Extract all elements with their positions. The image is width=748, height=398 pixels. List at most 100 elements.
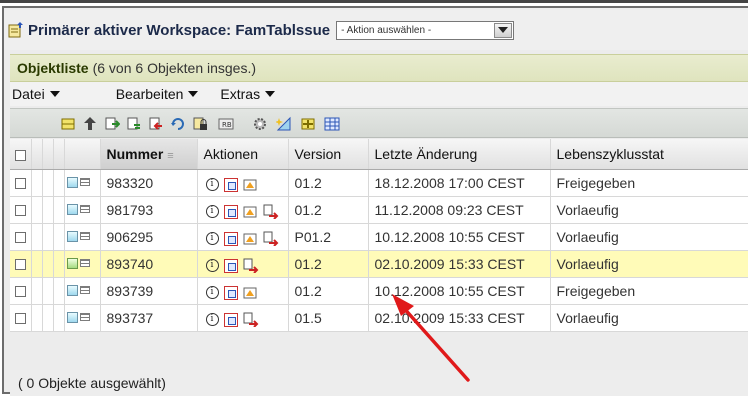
table-row[interactable]: 893737 i 01.5 02.10.2009 15:33 CEST Vorlaeuf… [10, 304, 748, 332]
menu-extras[interactable]: Extras [220, 86, 276, 102]
lock-icon[interactable] [192, 116, 208, 132]
row-checkbox[interactable] [15, 313, 26, 325]
row-select-cell[interactable] [10, 196, 32, 224]
row-number[interactable]: 893737 [100, 304, 198, 332]
row-state: Vorlaeufig [550, 223, 748, 251]
action-select-value: - Aktion auswählen - [341, 24, 432, 36]
menu-edit[interactable]: Bearbeiten [116, 86, 199, 102]
row-version: 01.2 [288, 196, 369, 224]
row-version: 01.5 [288, 304, 369, 332]
part-icon [66, 257, 90, 269]
row-modified: 10.12.2008 10:55 CEST [368, 223, 551, 251]
document-icon[interactable] [223, 177, 238, 192]
table-icon[interactable] [324, 116, 340, 132]
row-modified: 11.12.2008 09:23 CEST [368, 196, 551, 224]
row-type-cell [64, 304, 101, 332]
document-icon[interactable] [223, 258, 238, 273]
column-handle [31, 139, 43, 170]
row-spacer [42, 277, 54, 305]
row-spacer [53, 196, 65, 224]
column-header-lebenszyklusstatus[interactable]: Lebenszyklusstat [550, 139, 748, 170]
row-spacer [53, 169, 65, 197]
caret-down-icon [188, 91, 199, 97]
table-row[interactable]: 983320 i 01.2 18.12.2008 17:00 CEST Freigege… [10, 169, 748, 197]
column-header-nummer[interactable]: Nummer ≡ [100, 139, 198, 170]
checkout-status-icon[interactable] [243, 258, 259, 274]
row-select-cell[interactable] [10, 277, 32, 305]
gear-icon[interactable] [252, 116, 268, 132]
document-icon[interactable] [223, 285, 238, 300]
info-icon[interactable]: i [205, 286, 219, 300]
row-type-cell [64, 169, 101, 197]
column-header-version[interactable]: Version [288, 139, 369, 170]
checkout-status-icon[interactable] [263, 231, 279, 247]
document-icon[interactable] [223, 204, 238, 219]
table-row[interactable]: 906295 i P01.2 10.12.2008 10:55 CEST Vorlaeu… [10, 223, 748, 251]
checkout-icon[interactable] [104, 116, 120, 132]
info-icon[interactable]: i [205, 178, 219, 192]
up-arrow-icon[interactable] [82, 116, 98, 132]
row-number[interactable]: 981793 [100, 196, 198, 224]
row-checkbox[interactable] [15, 286, 26, 298]
table-row[interactable]: 893739 i 01.2 10.12.2008 10:55 CEST Freigege… [10, 277, 748, 305]
checkout-status-icon[interactable] [263, 204, 279, 220]
row-spacer [42, 250, 54, 278]
menu-extras-label: Extras [220, 86, 261, 102]
checkin-icon[interactable] [126, 116, 142, 132]
undo-checkout-icon[interactable] [148, 116, 164, 132]
document-icon[interactable] [223, 312, 238, 327]
workflow-icon[interactable] [243, 232, 258, 246]
menu-bar: Datei Bearbeiten Extras [10, 82, 748, 106]
column-header-aktionen[interactable]: Aktionen [197, 139, 289, 170]
document-icon[interactable] [223, 231, 238, 246]
row-actions: i [197, 196, 289, 224]
row-number[interactable]: 893740 [100, 250, 198, 278]
workflow-icon[interactable] [243, 205, 258, 219]
row-checkbox[interactable] [15, 205, 26, 217]
info-icon[interactable]: i [205, 205, 219, 218]
info-icon[interactable]: i [205, 313, 219, 326]
row-version: 01.2 [288, 250, 369, 278]
collapse-icon[interactable] [60, 116, 76, 132]
select-all-cell[interactable] [10, 139, 32, 170]
table-row[interactable]: 893740 i 01.2 02.10.2009 15:33 CEST Vorlaeuf… [10, 250, 748, 278]
select-all-checkbox[interactable] [15, 149, 26, 161]
row-state: Freigegeben [550, 169, 748, 197]
row-select-cell[interactable] [10, 223, 32, 251]
action-select[interactable]: - Aktion auswählen - [336, 20, 515, 40]
row-select-cell[interactable] [10, 169, 32, 197]
row-number[interactable]: 906295 [100, 223, 198, 251]
row-spacer [31, 169, 43, 197]
chevron-down-icon[interactable] [494, 22, 513, 38]
column-header-letzte-aenderung[interactable]: Letzte Änderung [368, 139, 551, 170]
new-icon[interactable] [276, 116, 292, 132]
info-icon[interactable]: i [205, 259, 219, 272]
checkout-status-icon[interactable] [243, 312, 259, 328]
workspace-icon [8, 21, 26, 39]
row-state: Freigegeben [550, 277, 748, 305]
row-modified: 02.10.2009 15:33 CEST [368, 250, 551, 278]
info-icon[interactable]: i [205, 232, 219, 245]
row-select-cell[interactable] [10, 304, 32, 332]
workflow-icon[interactable] [243, 286, 258, 300]
plus-icon[interactable] [300, 116, 316, 132]
row-checkbox[interactable] [15, 232, 26, 244]
row-select-cell[interactable] [10, 250, 32, 278]
row-spacer [53, 223, 65, 251]
objectlist-header: Objektliste (6 von 6 Objekten insges.) [10, 54, 748, 82]
table-header-row: Nummer ≡ Aktionen Version Letzte Änderun… [10, 139, 748, 170]
menu-file[interactable]: Datei [12, 86, 60, 102]
workflow-icon[interactable] [243, 178, 258, 192]
table-row[interactable]: 981793 i 01.2 11.12.2008 09:23 CEST Vorlaeuf… [10, 196, 748, 224]
row-number[interactable]: 983320 [100, 169, 198, 197]
part-icon [66, 230, 90, 242]
rename-icon[interactable]: RB [218, 116, 234, 132]
refresh-icon[interactable] [170, 116, 186, 132]
row-actions: i [197, 169, 289, 197]
column-type [64, 139, 101, 170]
row-number[interactable]: 893739 [100, 277, 198, 305]
row-checkbox[interactable] [15, 178, 26, 190]
row-checkbox[interactable] [15, 259, 26, 271]
workspace-titlebar: Primärer aktiver Workspace: FamTablssue … [4, 10, 748, 50]
svg-text:RB: RB [222, 121, 232, 129]
